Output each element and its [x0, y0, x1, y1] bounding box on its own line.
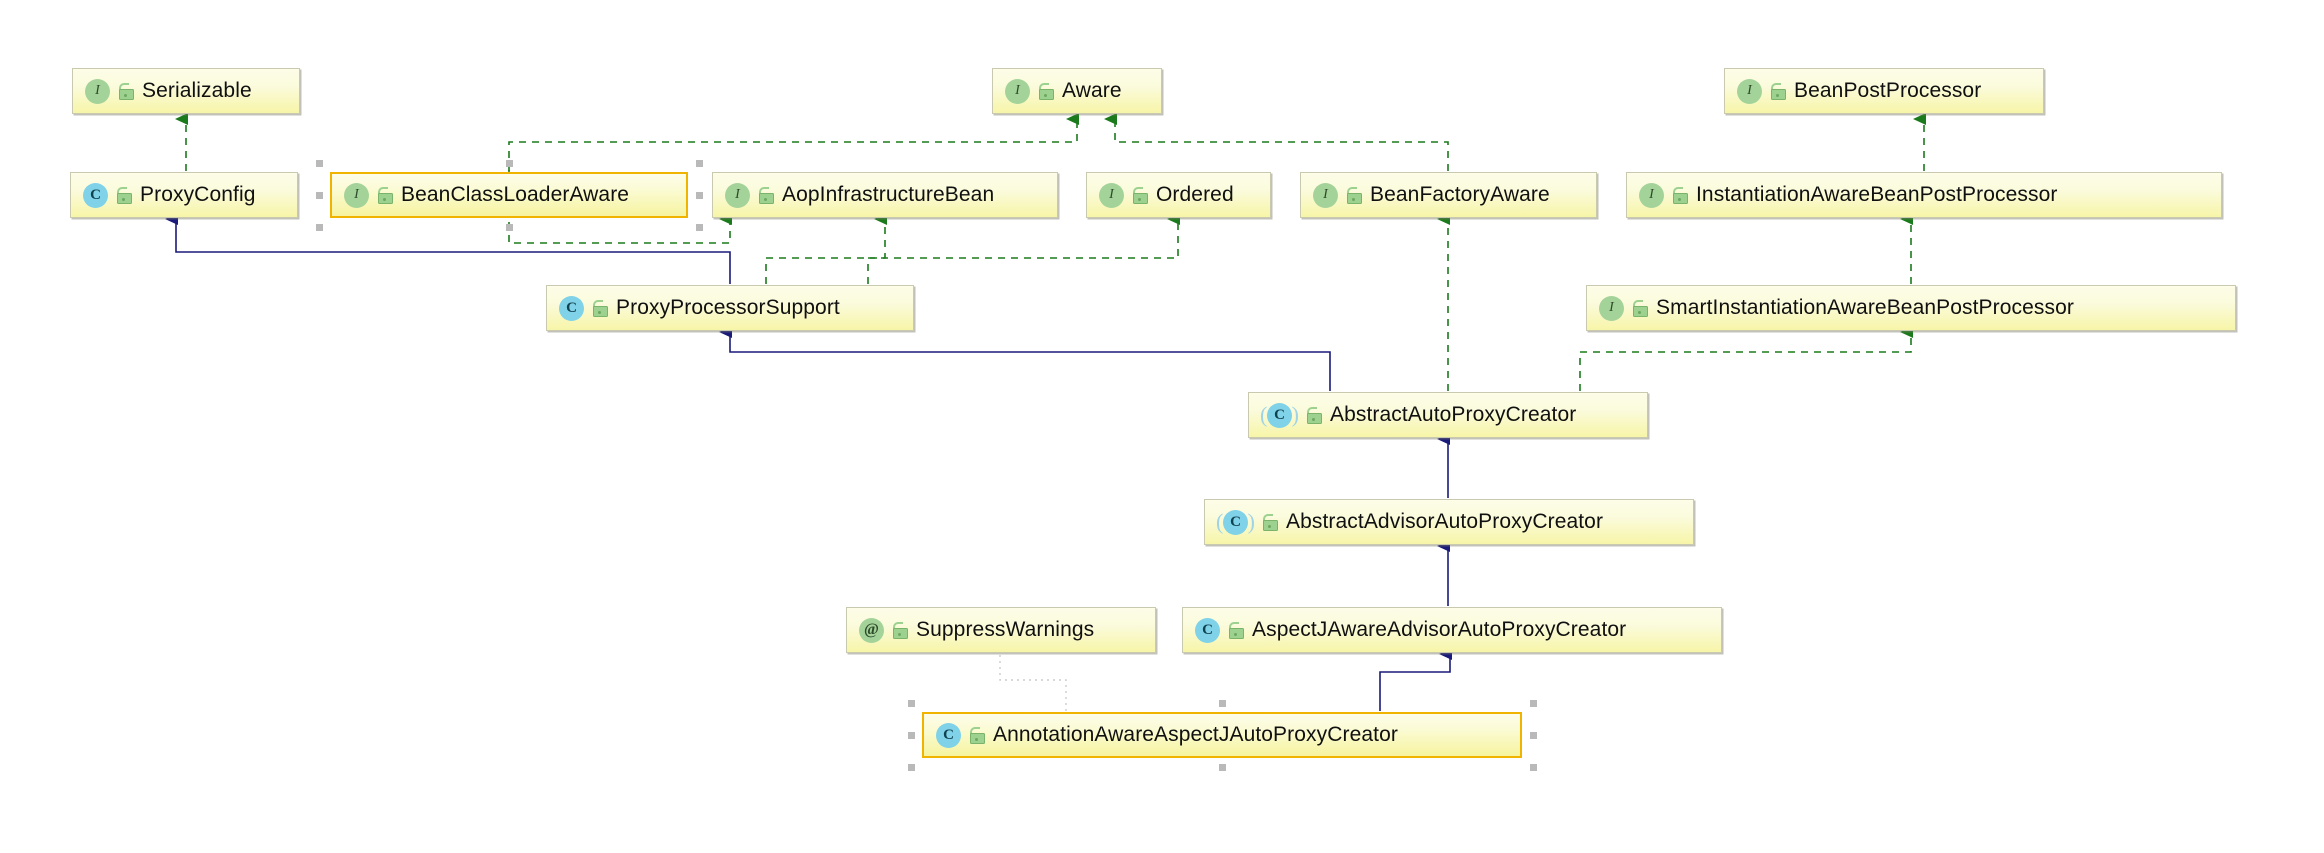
class-node-label: SmartInstantiationAwareBeanPostProcessor [1656, 296, 2074, 319]
interface-icon: I [344, 182, 369, 208]
class-node-annotaware[interactable]: C AnnotationAwareAspectJAutoProxyCreator [922, 712, 1522, 758]
open-padlock-icon [969, 726, 985, 744]
open-padlock-icon [892, 621, 908, 639]
open-padlock-icon [1672, 186, 1688, 204]
class-node-label: Ordered [1156, 183, 1234, 206]
class-node-label: BeanClassLoaderAware [401, 183, 630, 206]
interface-icon: I [725, 182, 750, 208]
annotation-icon: @ [859, 617, 884, 643]
class-node-label: BeanFactoryAware [1370, 183, 1550, 206]
class-node-label: AbstractAdvisorAutoProxyCreator [1286, 510, 1604, 533]
open-padlock-icon [1262, 513, 1278, 531]
interface-icon: I [1005, 78, 1030, 104]
class-node-beanpostproc[interactable]: I BeanPostProcessor [1724, 68, 2044, 114]
selection-handle[interactable] [1218, 764, 1226, 771]
open-padlock-icon [1228, 621, 1244, 639]
class-node-aspectjaware[interactable]: C AspectJAwareAdvisorAutoProxyCreator [1182, 607, 1722, 653]
open-padlock-icon [116, 186, 132, 204]
open-padlock-icon [118, 82, 134, 100]
abstract-class-icon: C [1261, 402, 1298, 428]
open-padlock-icon [1306, 406, 1322, 424]
class-node-label: AbstractAutoProxyCreator [1330, 403, 1577, 426]
open-padlock-icon [592, 299, 608, 317]
selection-handle[interactable] [1530, 764, 1537, 771]
class-node-label: SuppressWarnings [916, 618, 1095, 641]
class-node-absadvisorapc[interactable]: C AbstractAdvisorAutoProxyCreator [1204, 499, 1694, 545]
open-padlock-icon [1770, 82, 1786, 100]
interface-icon: I [1737, 78, 1762, 104]
class-icon: C [936, 722, 961, 748]
interface-icon: I [1099, 182, 1124, 208]
selection-handle[interactable] [505, 224, 513, 231]
interface-icon: I [85, 78, 110, 104]
selection-handle[interactable] [1218, 700, 1226, 707]
uml-diagram-canvas[interactable]: I Serializable I Aware I BeanPostProcessor C Pr… [0, 0, 2324, 853]
class-node-label: Aware [1062, 79, 1122, 102]
open-padlock-icon [1038, 82, 1054, 100]
selection-handle[interactable] [908, 764, 915, 771]
implements-edges [175, 113, 1926, 391]
class-node-label: AopInfrastructureBean [782, 183, 995, 206]
class-node-label: ProxyConfig [140, 183, 256, 206]
class-node-aware[interactable]: I Aware [992, 68, 1162, 114]
abstract-class-icon: C [1217, 509, 1254, 535]
selection-handle[interactable] [696, 224, 703, 231]
class-node-proxyconfig[interactable]: C ProxyConfig [70, 172, 298, 218]
class-node-serializable[interactable]: I Serializable [72, 68, 300, 114]
class-node-label: AspectJAwareAdvisorAutoProxyCreator [1252, 618, 1627, 641]
open-padlock-icon [1346, 186, 1362, 204]
selection-handle[interactable] [696, 191, 703, 199]
class-node-absautoproxy[interactable]: C AbstractAutoProxyCreator [1248, 392, 1648, 438]
class-node-label: ProxyProcessorSupport [616, 296, 840, 319]
selection-handle[interactable] [696, 160, 703, 167]
class-icon: C [83, 182, 108, 208]
open-padlock-icon [1632, 299, 1648, 317]
class-icon: C [1195, 617, 1220, 643]
interface-icon: I [1313, 182, 1338, 208]
open-padlock-icon [1132, 186, 1148, 204]
selection-handle[interactable] [908, 700, 915, 707]
class-node-ordered[interactable]: I Ordered [1086, 172, 1271, 218]
class-node-proxyprocsup[interactable]: C ProxyProcessorSupport [546, 285, 914, 331]
interface-icon: I [1639, 182, 1664, 208]
class-node-label: Serializable [142, 79, 252, 102]
class-node-label: BeanPostProcessor [1794, 79, 1982, 102]
open-padlock-icon [758, 186, 774, 204]
annotation-edges [999, 654, 1067, 711]
class-node-suppresswarn[interactable]: @ SuppressWarnings [846, 607, 1156, 653]
selection-handle[interactable] [316, 224, 323, 231]
class-node-label: InstantiationAwareBeanPostProcessor [1696, 183, 2058, 206]
class-node-bclassload[interactable]: I BeanClassLoaderAware [330, 172, 688, 218]
class-node-smartinstbpp[interactable]: I SmartInstantiationAwareBeanPostProcesso… [1586, 285, 2236, 331]
selection-handle[interactable] [316, 191, 323, 199]
class-node-label: AnnotationAwareAspectJAutoProxyCreator [993, 723, 1398, 746]
interface-icon: I [1599, 295, 1624, 321]
selection-handle[interactable] [316, 160, 323, 167]
selection-handle[interactable] [908, 731, 915, 739]
class-node-aopinfra[interactable]: I AopInfrastructureBean [712, 172, 1058, 218]
selection-handle[interactable] [505, 160, 513, 167]
selection-handle[interactable] [1530, 731, 1537, 739]
class-node-beanfactaware[interactable]: I BeanFactoryAware [1300, 172, 1597, 218]
class-icon: C [559, 295, 584, 321]
open-padlock-icon [377, 186, 393, 204]
selection-handle[interactable] [1530, 700, 1537, 707]
class-node-instawarebpp[interactable]: I InstantiationAwareBeanPostProcessor [1626, 172, 2222, 218]
